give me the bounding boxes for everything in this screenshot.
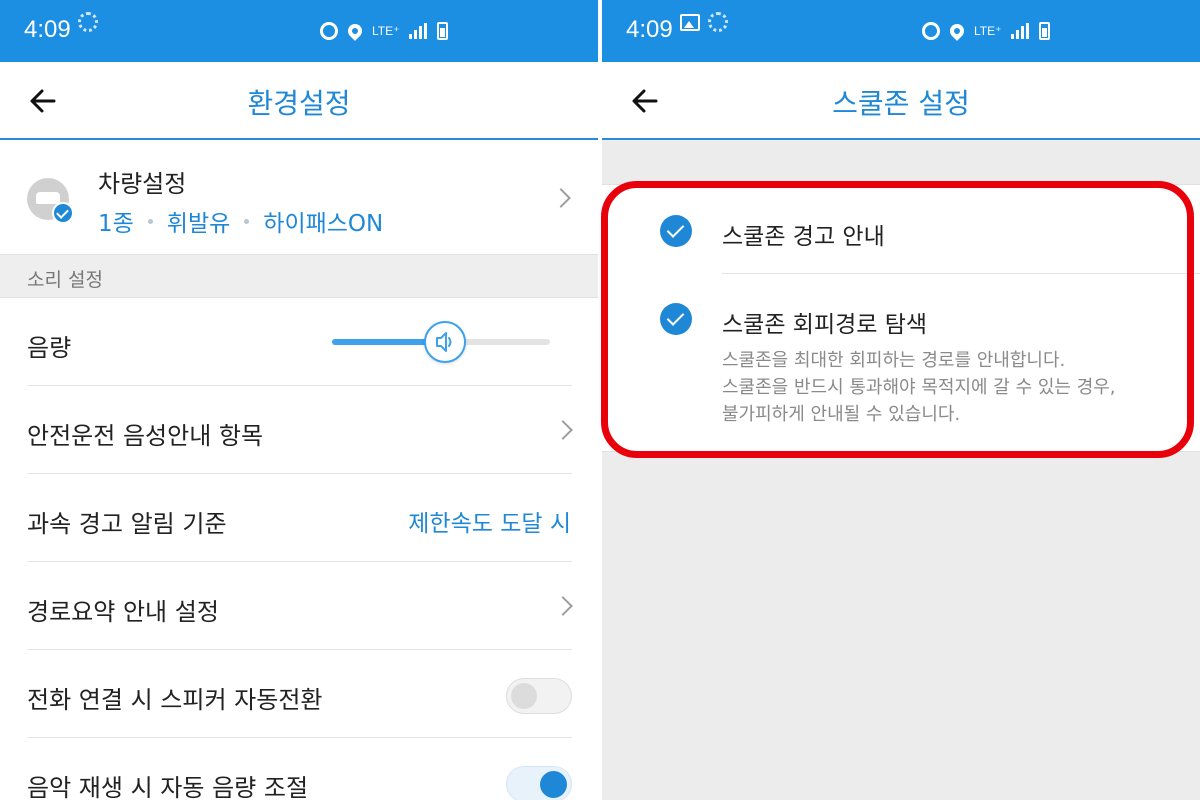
call-speaker-toggle[interactable]	[506, 678, 572, 714]
section-header: 소리 설정	[0, 254, 598, 298]
school-zone-avoid-route-label[interactable]: 스쿨존 회피경로 탐색	[722, 305, 927, 339]
speed-warning-value[interactable]: 제한속도 도달 시	[408, 504, 571, 538]
sun-icon	[78, 12, 98, 32]
volume-row: 음량	[0, 298, 598, 386]
route-summary-row[interactable]: 경로요약 안내 설정	[0, 562, 598, 650]
page-title: 환경설정	[247, 87, 351, 120]
settings-screen: 4:09 LTE⁺ 환경설정 차량설정 1종 휘발유 하이패스ON 소리 설정 …	[0, 0, 598, 800]
alarm-icon	[922, 22, 940, 40]
section-header-label: 소리 설정	[27, 269, 103, 291]
network-type: LTE⁺	[372, 24, 400, 38]
vehicle-tag-fuel: 휘발유	[166, 211, 231, 237]
battery-icon	[1039, 22, 1051, 40]
chevron-right-icon	[553, 420, 573, 440]
route-summary-label: 경로요약 안내 설정	[27, 598, 219, 626]
status-bar: 4:09 LTE⁺	[602, 0, 1200, 62]
signal-icon	[409, 23, 428, 39]
safety-voice-label: 안전운전 음성안내 항목	[27, 422, 264, 450]
location-icon	[947, 21, 967, 41]
image-icon	[680, 13, 700, 31]
call-speaker-label: 전화 연결 시 스피커 자동전환	[27, 686, 323, 714]
app-bar: 환경설정	[0, 62, 598, 140]
separator-dot	[244, 218, 250, 224]
chevron-right-icon	[551, 188, 571, 208]
vehicle-tag-hipass: 하이패스ON	[263, 211, 384, 237]
app-bar: 스쿨존 설정	[602, 62, 1200, 140]
avoid-route-description: 스쿨존을 최대한 회피하는 경로를 안내합니다. 스쿨존을 반드시 통과해야 목…	[722, 350, 1116, 425]
status-bar: 4:09 LTE⁺	[0, 0, 598, 62]
music-volume-row: 음악 재생 시 자동 음량 조절	[0, 738, 598, 800]
vehicle-settings-row[interactable]: 차량설정 1종 휘발유 하이패스ON	[0, 140, 598, 254]
alarm-icon	[320, 22, 338, 40]
school-zone-options: 스쿨존 경고 안내 스쿨존 회피경로 탐색 스쿨존을 최대한 회피하는 경로를 …	[602, 184, 1200, 452]
page-title: 스쿨존 설정	[832, 87, 970, 120]
volume-label: 음량	[27, 334, 72, 362]
check-icon[interactable]	[660, 215, 692, 247]
status-time: 4:09	[626, 16, 673, 43]
check-badge-icon	[52, 202, 74, 224]
music-volume-toggle[interactable]	[506, 766, 572, 800]
call-speaker-row: 전화 연결 시 스피커 자동전환	[0, 650, 598, 738]
vehicle-tag-class: 1종	[98, 211, 134, 237]
volume-slider-thumb[interactable]	[424, 321, 467, 363]
location-icon	[345, 21, 365, 41]
school-zone-warning-label[interactable]: 스쿨존 경고 안내	[722, 217, 885, 251]
speaker-icon	[436, 332, 452, 352]
speed-warning-label: 과속 경고 알림 기준	[27, 510, 227, 538]
speed-warning-row[interactable]: 과속 경고 알림 기준 제한속도 도달 시	[0, 474, 598, 562]
school-zone-screen: 4:09 LTE⁺ 스쿨존 설정 스쿨존 경고 안내 스쿨존 회피경로 탐색 스…	[602, 0, 1200, 800]
separator-dot	[147, 218, 153, 224]
network-type: LTE⁺	[974, 24, 1002, 38]
vehicle-tags: 1종 휘발유 하이패스ON	[98, 204, 383, 238]
chevron-right-icon	[553, 596, 573, 616]
music-volume-label: 음악 재생 시 자동 음량 조절	[27, 774, 309, 800]
safety-voice-row[interactable]: 안전운전 음성안내 항목	[0, 386, 598, 474]
status-time: 4:09	[24, 16, 71, 43]
signal-icon	[1011, 23, 1030, 39]
check-icon[interactable]	[660, 303, 692, 335]
sun-icon	[708, 12, 728, 32]
battery-icon	[437, 22, 449, 40]
vehicle-settings-label: 차량설정	[98, 170, 187, 198]
